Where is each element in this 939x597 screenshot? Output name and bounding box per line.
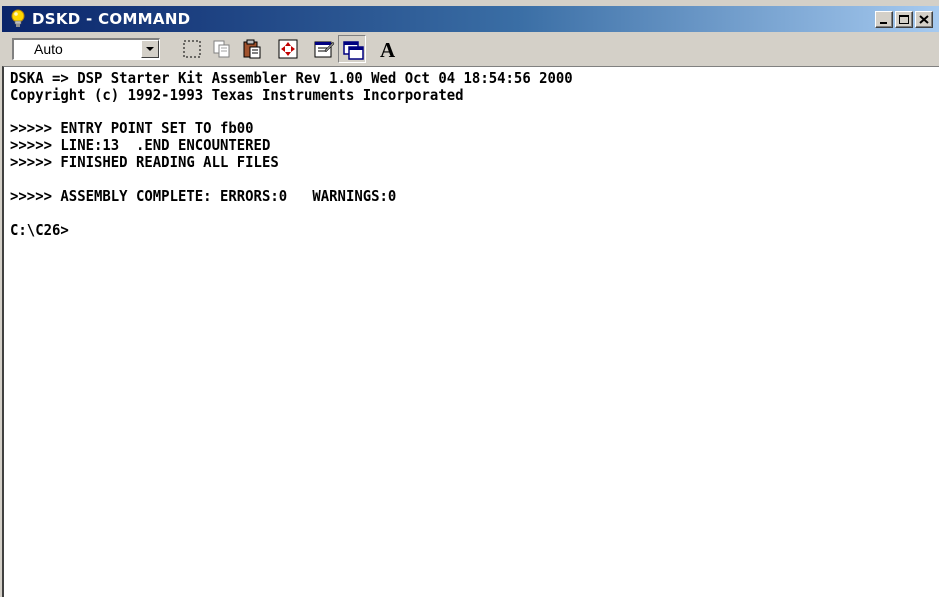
font-size-dropdown-button[interactable] xyxy=(141,40,159,58)
mark-icon xyxy=(183,40,201,58)
minimize-icon xyxy=(880,22,887,24)
background-button[interactable] xyxy=(338,35,366,63)
maximize-button[interactable] xyxy=(895,11,913,28)
command-prompt: C:\C26> xyxy=(10,221,69,239)
font-icon: A xyxy=(380,38,396,60)
console-line: >>>>> LINE:13 .END ENCOUNTERED xyxy=(10,136,271,154)
command-window: DSKD - COMMAND Auto A DSKA => DSP Starte… xyxy=(0,4,939,597)
copy-icon xyxy=(213,40,230,58)
mark-button[interactable] xyxy=(178,35,206,63)
background-icon xyxy=(343,41,364,60)
console-line: >>>>> FINISHED READING ALL FILES xyxy=(10,153,279,171)
console-line: Copyright (c) 1992-1993 Texas Instrument… xyxy=(10,86,464,104)
fullscreen-icon xyxy=(278,39,298,59)
font-button[interactable]: A xyxy=(374,35,402,63)
title-bar[interactable]: DSKD - COMMAND xyxy=(2,6,939,32)
font-size-value: Auto xyxy=(34,41,63,57)
close-button[interactable] xyxy=(915,11,933,28)
close-icon xyxy=(919,15,929,24)
fullscreen-button[interactable] xyxy=(274,35,302,63)
font-button-label: A xyxy=(380,38,396,60)
copy-button[interactable] xyxy=(208,35,236,63)
console-line: DSKA => DSP Starter Kit Assembler Rev 1.… xyxy=(10,69,573,87)
properties-button[interactable] xyxy=(310,35,338,63)
paste-icon xyxy=(243,39,261,59)
minimize-button[interactable] xyxy=(875,11,893,28)
window-title: DSKD - COMMAND xyxy=(32,10,191,28)
console-line: >>>>> ENTRY POINT SET TO fb00 xyxy=(10,119,254,137)
console-line: >>>>> ASSEMBLY COMPLETE: ERRORS:0 WARNIN… xyxy=(10,187,397,205)
font-size-select[interactable]: Auto xyxy=(12,38,160,60)
console-output[interactable]: DSKA => DSP Starter Kit Assembler Rev 1.… xyxy=(2,66,939,597)
properties-icon xyxy=(314,41,335,58)
maximize-icon xyxy=(899,15,909,24)
chevron-down-icon xyxy=(146,47,154,51)
toolbar: Auto A xyxy=(2,32,939,66)
lightbulb-icon xyxy=(8,9,28,29)
paste-button[interactable] xyxy=(238,35,266,63)
